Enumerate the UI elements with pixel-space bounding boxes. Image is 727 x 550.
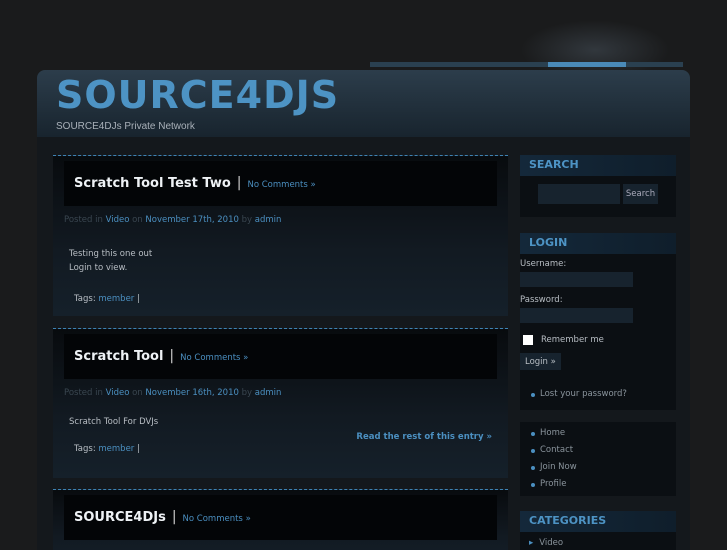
meta-posted-in: Posted in — [64, 388, 103, 398]
post-meta: Posted in Video on November 16th, 2010 b… — [64, 388, 508, 398]
username-label: Username: — [520, 259, 567, 269]
title-separator: | — [171, 509, 177, 525]
category-link[interactable]: Video — [106, 388, 130, 398]
search-heading: SEARCH — [520, 155, 676, 176]
password-label: Password: — [520, 295, 563, 305]
post-title[interactable]: SOURCE4DJs — [74, 510, 166, 525]
password-input[interactable] — [520, 308, 633, 323]
title-separator: | — [236, 175, 242, 191]
menu-item-contact: Contact — [520, 445, 676, 462]
post-title[interactable]: Scratch Tool — [74, 349, 163, 364]
date-link[interactable]: November 16th, 2010 — [145, 388, 239, 398]
comments-link[interactable]: No Comments » — [180, 353, 248, 363]
login-widget: LOGIN Username: Password: Remember me Lo… — [520, 233, 676, 410]
login-heading: LOGIN — [520, 233, 676, 254]
meta-by: by — [241, 215, 253, 225]
post-title-bar: SOURCE4DJs | No Comments » — [64, 495, 497, 540]
username-input[interactable] — [520, 272, 633, 287]
post: SOURCE4DJs | No Comments » — [53, 489, 508, 550]
post: Scratch Tool | No Comments » Posted in Vi… — [53, 328, 508, 478]
read-more-link[interactable]: Read the rest of this entry » — [356, 432, 492, 442]
comments-link[interactable]: No Comments » — [247, 180, 315, 190]
lost-password-item: Lost your password? — [520, 389, 676, 406]
post: Scratch Tool Test Two | No Comments » Pos… — [53, 155, 508, 316]
menu-item-profile: Profile — [520, 479, 676, 496]
post-body-line: Scratch Tool For DVJs — [69, 417, 159, 427]
title-separator: | — [169, 348, 175, 364]
search-button[interactable]: Search — [623, 184, 658, 204]
login-button[interactable]: Login » — [520, 353, 561, 370]
menu-link[interactable]: Profile — [540, 479, 566, 489]
tags-label: Tags: — [74, 294, 96, 304]
meta-on: on — [132, 215, 143, 225]
top-accent-bar — [370, 62, 683, 67]
post-title[interactable]: Scratch Tool Test Two — [74, 176, 231, 191]
post-body: Testing this one out Login to view. — [69, 247, 508, 275]
site-logo[interactable]: SOURCE4DJS — [56, 73, 339, 117]
remember-checkbox[interactable] — [523, 335, 533, 345]
menu-item-home: Home — [520, 428, 676, 445]
post-body: Scratch Tool For DVJs — [69, 415, 508, 429]
post-tags: Tags: member | — [74, 294, 508, 304]
author-link[interactable]: admin — [255, 215, 282, 225]
author-link[interactable]: admin — [255, 388, 282, 398]
category-link[interactable]: Video — [106, 215, 130, 225]
post-meta: Posted in Video on November 17th, 2010 b… — [64, 215, 508, 225]
comments-link[interactable]: No Comments » — [183, 514, 251, 524]
date-link[interactable]: November 17th, 2010 — [145, 215, 239, 225]
remember-label: Remember me — [541, 335, 604, 345]
triangle-right-icon: ▸ — [529, 538, 534, 548]
tag-separator: | — [137, 294, 140, 304]
top-accent-highlight — [548, 62, 626, 67]
meta-on: on — [132, 388, 143, 398]
categories-heading: CATEGORIES — [520, 511, 676, 532]
category-item[interactable]: Video — [539, 538, 563, 548]
search-input[interactable] — [538, 184, 620, 204]
tag-link[interactable]: member — [98, 444, 134, 454]
categories-widget: CATEGORIES ▸ Video — [520, 511, 676, 550]
meta-posted-in: Posted in — [64, 215, 103, 225]
nav-menu-widget: Home Contact Join Now Profile — [520, 422, 676, 496]
post-title-bar: Scratch Tool | No Comments » — [64, 334, 497, 379]
page-container: SOURCE4DJS SOURCE4DJs Private Network Sc… — [37, 70, 690, 550]
menu-link[interactable]: Home — [540, 428, 565, 438]
menu-link[interactable]: Contact — [540, 445, 573, 455]
tag-link[interactable]: member — [98, 294, 134, 304]
lost-password-link[interactable]: Lost your password? — [540, 389, 627, 399]
search-widget: SEARCH Search — [520, 155, 676, 217]
post-title-bar: Scratch Tool Test Two | No Comments » — [64, 161, 497, 206]
menu-link[interactable]: Join Now — [540, 462, 577, 472]
post-body-line: Testing this one out — [69, 249, 153, 259]
tags-label: Tags: — [74, 444, 96, 454]
post-body-line: Login to view. — [69, 263, 128, 273]
post-tags: Tags: member | — [74, 444, 508, 454]
site-tagline: SOURCE4DJs Private Network — [56, 121, 195, 132]
tag-separator: | — [137, 444, 140, 454]
meta-by: by — [241, 388, 253, 398]
site-header: SOURCE4DJS SOURCE4DJs Private Network — [37, 70, 690, 137]
menu-item-join-now: Join Now — [520, 462, 676, 479]
